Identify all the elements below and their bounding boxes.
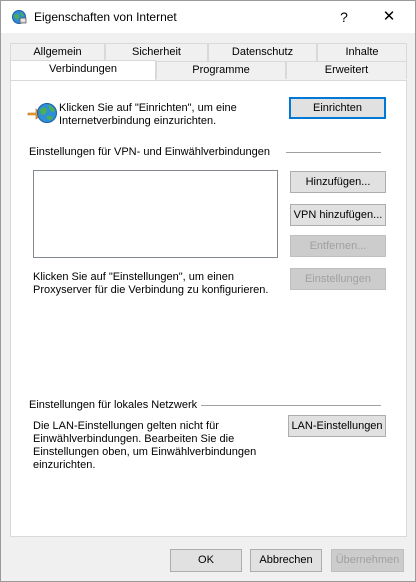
add-button[interactable]: Hinzufügen... <box>290 171 386 193</box>
add-vpn-button[interactable]: VPN hinzufügen... <box>290 204 386 226</box>
title-bar[interactable]: Eigenschaften von Internet ? ✕ <box>1 1 415 33</box>
help-button[interactable]: ? <box>329 1 359 33</box>
tab-allgemein[interactable]: Allgemein <box>10 43 105 61</box>
lan-group-divider <box>201 405 381 406</box>
cancel-button[interactable]: Abbrechen <box>250 549 322 572</box>
connections-panel: Klicken Sie auf "Einrichten", um eine In… <box>10 80 407 537</box>
globe-connect-icon <box>27 101 59 125</box>
vpn-group-divider <box>286 152 381 153</box>
apply-button[interactable]: Übernehmen <box>331 549 404 572</box>
setup-description: Klicken Sie auf "Einrichten", um eine In… <box>59 102 237 127</box>
connections-listbox[interactable] <box>33 170 278 258</box>
lan-description: Die LAN-Einstellungen gelten nicht für E… <box>33 420 257 471</box>
proxy-description: Klicken Sie auf "Einstellungen", um eine… <box>33 271 269 296</box>
vpn-group-label: Einstellungen für VPN- und Einwählverbin… <box>29 146 270 158</box>
lan-settings-button-label: LAN-Einstellungen <box>291 420 383 432</box>
ok-button[interactable]: OK <box>170 549 242 572</box>
ok-button-label: OK <box>198 554 214 566</box>
lan-group-label: Einstellungen für lokales Netzwerk <box>29 399 198 411</box>
internet-properties-window: Eigenschaften von Internet ? ✕ Allgemein… <box>0 0 416 582</box>
lan-settings-button[interactable]: LAN-Einstellungen <box>288 415 386 437</box>
settings-button-label: Einstellungen <box>304 273 372 285</box>
add-vpn-button-label: VPN hinzufügen... <box>293 209 383 221</box>
globe-icon <box>11 9 27 25</box>
settings-button[interactable]: Einstellungen <box>290 268 386 290</box>
apply-button-label: Übernehmen <box>335 554 400 566</box>
remove-button-label: Entfernen... <box>309 240 367 252</box>
window-title: Eigenschaften von Internet <box>34 10 177 24</box>
tab-sicherheit[interactable]: Sicherheit <box>105 43 208 61</box>
tab-datenschutz[interactable]: Datenschutz <box>208 43 317 61</box>
tab-verbindungen[interactable]: Verbindungen <box>10 60 156 80</box>
add-button-label: Hinzufügen... <box>305 176 371 188</box>
close-button[interactable]: ✕ <box>371 1 407 33</box>
cancel-button-label: Abbrechen <box>259 554 313 566</box>
setup-button-label: Einrichten <box>313 102 362 114</box>
setup-button[interactable]: Einrichten <box>289 97 386 119</box>
tab-inhalte[interactable]: Inhalte <box>317 43 407 61</box>
tab-erweitert[interactable]: Erweitert <box>286 61 407 79</box>
remove-button[interactable]: Entfernen... <box>290 235 386 257</box>
tab-programme[interactable]: Programme <box>156 61 286 79</box>
